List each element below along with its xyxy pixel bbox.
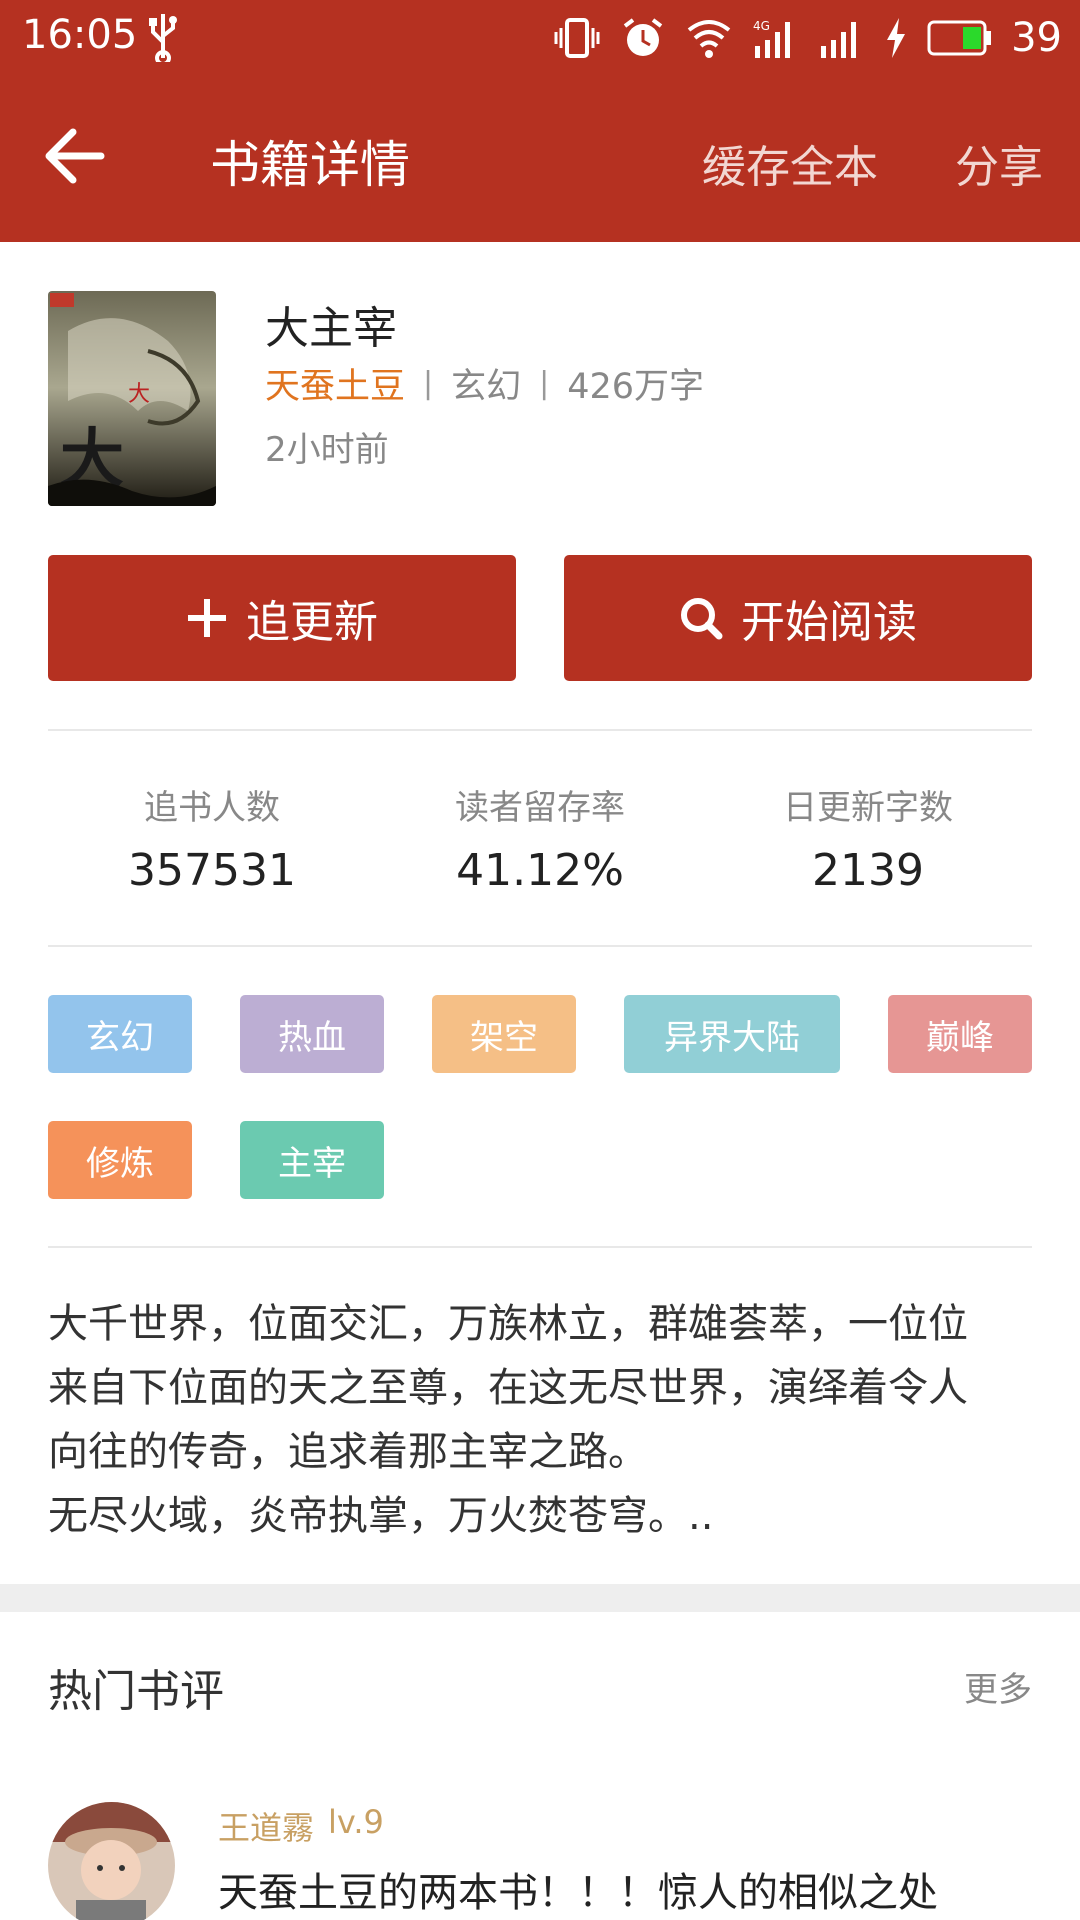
page-title: 书籍详情 — [210, 136, 410, 194]
stat-label: 日更新字数 — [783, 788, 953, 828]
divider — [48, 729, 1032, 731]
book-title: 大主宰 — [265, 303, 397, 354]
book-description[interactable]: 大千世界，位面交汇，万族林立，群雄荟萃，一位位 来自下位面的天之至尊，在这无尽世… — [48, 1292, 1038, 1548]
follow-updates-label: 追更新 — [246, 597, 378, 648]
svg-text:大: 大 — [128, 382, 150, 407]
svg-text:4G: 4G — [753, 19, 770, 33]
stat-followers: 追书人数 357531 — [62, 780, 362, 896]
search-icon — [681, 598, 723, 640]
reviewer-level: lv.9 — [328, 1803, 384, 1841]
reviewer-name[interactable]: 王道霧 — [218, 1803, 314, 1849]
stat-retention: 读者留存率 41.12% — [390, 780, 690, 896]
meta-separator: | — [539, 366, 550, 401]
book-word-count: 426万字 — [567, 367, 705, 407]
stat-value: 357531 — [128, 845, 296, 896]
description-line: 来自下位面的天之至尊，在这无尽世界，演绎着令人 — [48, 1365, 968, 1411]
section-gap — [0, 1584, 1080, 1612]
tag-chip[interactable]: 主宰 — [240, 1121, 384, 1199]
wifi-icon — [687, 19, 731, 58]
tag-chip[interactable]: 异界大陆 — [624, 995, 840, 1073]
hot-reviews-title: 热门书评 — [48, 1666, 224, 1717]
stat-value: 2139 — [812, 845, 924, 896]
stat-value: 41.12% — [456, 845, 624, 896]
book-cover-image: 大 大 — [48, 291, 216, 506]
book-category: 玄幻 — [451, 367, 522, 407]
follow-updates-button[interactable]: 追更新 — [48, 555, 516, 681]
usb-icon — [149, 14, 177, 62]
divider — [48, 1246, 1032, 1248]
description-line: 向往的传奇，追求着那主宰之路。 — [48, 1429, 648, 1475]
cache-all-button[interactable]: 缓存全本 — [702, 131, 878, 195]
reviewer-info: 王道霧 lv.9 — [218, 1803, 384, 1849]
tag-chip[interactable]: 修炼 — [48, 1121, 192, 1199]
charging-icon — [887, 17, 906, 58]
book-updated-time: 2小时前 — [265, 430, 389, 470]
stat-label: 读者留存率 — [455, 788, 625, 828]
app-bar: 书籍详情 缓存全本 分享 — [0, 75, 1080, 242]
divider — [48, 945, 1032, 947]
tag-chip[interactable]: 热血 — [240, 995, 384, 1073]
tag-chip[interactable]: 玄幻 — [48, 995, 192, 1073]
battery-icon — [927, 20, 992, 55]
start-reading-label: 开始阅读 — [741, 597, 917, 648]
signal-icon — [821, 21, 857, 58]
stat-label: 追书人数 — [144, 788, 280, 828]
signal-4g-icon: 4G — [753, 19, 791, 58]
review-title[interactable]: 天蚕土豆的两本书！！！惊人的相似之处 — [218, 1860, 938, 1918]
battery-level: 39 — [1011, 14, 1062, 61]
status-time: 16:05 — [22, 12, 138, 58]
book-cover[interactable]: 大 大 — [48, 291, 216, 506]
tag-chip[interactable]: 架空 — [432, 995, 576, 1073]
vibrate-icon — [554, 17, 600, 58]
description-line: 大千世界，位面交汇，万族林立，群雄荟萃，一位位 — [48, 1301, 968, 1347]
description-line: 无尽火域，炎帝执掌，万火焚苍穹。.. — [48, 1493, 714, 1539]
avatar[interactable] — [48, 1802, 175, 1920]
back-arrow-icon[interactable] — [45, 128, 105, 184]
share-button[interactable]: 分享 — [955, 131, 1043, 195]
more-reviews-link[interactable]: 更多 — [964, 1662, 1032, 1711]
status-bar: 16:05 4G 39 — [0, 0, 1080, 75]
book-author[interactable]: 天蚕土豆 — [265, 358, 405, 409]
status-icons: 4G 39 — [553, 10, 1062, 65]
tag-chip[interactable]: 巅峰 — [888, 995, 1032, 1073]
alarm-icon — [623, 17, 663, 56]
book-meta: 天蚕土豆 | 玄幻 | 426万字 — [265, 358, 704, 409]
start-reading-button[interactable]: 开始阅读 — [564, 555, 1032, 681]
plus-icon — [188, 599, 226, 637]
avatar-image — [48, 1802, 175, 1920]
meta-separator: | — [423, 366, 434, 401]
stat-daily-words: 日更新字数 2139 — [718, 780, 1018, 896]
